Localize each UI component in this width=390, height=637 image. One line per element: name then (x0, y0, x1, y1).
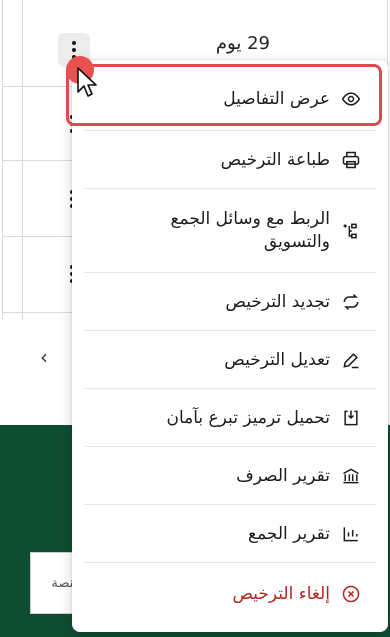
menu-divider (84, 330, 376, 331)
menu-divider (84, 272, 376, 273)
printer-icon (340, 149, 362, 171)
bar-chart-icon (340, 523, 362, 545)
menu-item-label: تعديل الترخيص (224, 349, 330, 370)
menu-item-print-license[interactable]: طباعة الترخيص (72, 132, 388, 188)
menu-item-label: تجديد الترخيص (225, 291, 330, 312)
menu-divider (84, 446, 376, 447)
menu-item-label: تحميل ترميز تبرع بآمان (166, 407, 330, 428)
menu-item-label: تقرير الجمع (248, 523, 330, 544)
table-col-divider (22, 0, 23, 320)
menu-item-disbursement-report[interactable]: تقرير الصرف (72, 448, 388, 504)
download-code-icon (340, 407, 362, 429)
menu-item-label: الربط مع وسائل الجمع والتسويق (170, 209, 330, 252)
bank-icon (340, 465, 362, 487)
menu-item-label: عرض التفاصيل (223, 88, 330, 109)
cancel-circle-icon (340, 583, 362, 605)
pagination-prev-button[interactable]: ‹ (40, 345, 48, 369)
mouse-cursor-icon (77, 67, 97, 97)
menu-item-collection-report[interactable]: تقرير الجمع (72, 506, 388, 562)
menu-item-link-channels[interactable]: الربط مع وسائل الجمع والتسويق (72, 190, 388, 272)
menu-divider (84, 130, 376, 131)
menu-item-label: تقرير الصرف (236, 465, 330, 486)
menu-item-edit-license[interactable]: تعديل الترخيص (72, 332, 388, 388)
menu-divider (84, 188, 376, 189)
menu-item-renew-license[interactable]: تجديد الترخيص (72, 274, 388, 330)
days-remaining: 29 يوم (215, 33, 270, 54)
menu-item-label: طباعة الترخيص (220, 149, 330, 170)
menu-divider (84, 504, 376, 505)
row-actions-menu: عرض التفاصيل طباعة الترخيص الربط مع وسائ… (72, 60, 388, 632)
link-tree-icon (340, 220, 362, 242)
menu-divider (84, 562, 376, 563)
pencil-icon (340, 349, 362, 371)
menu-item-download-donation-code[interactable]: تحميل ترميز تبرع بآمان (72, 390, 388, 446)
menu-divider (84, 388, 376, 389)
menu-item-label: إلغاء الترخيص (232, 583, 330, 604)
renew-icon (340, 291, 362, 313)
eye-icon (340, 88, 362, 110)
menu-item-view-details[interactable]: عرض التفاصيل (72, 68, 388, 130)
menu-item-cancel-license[interactable]: إلغاء الترخيص (72, 564, 388, 624)
